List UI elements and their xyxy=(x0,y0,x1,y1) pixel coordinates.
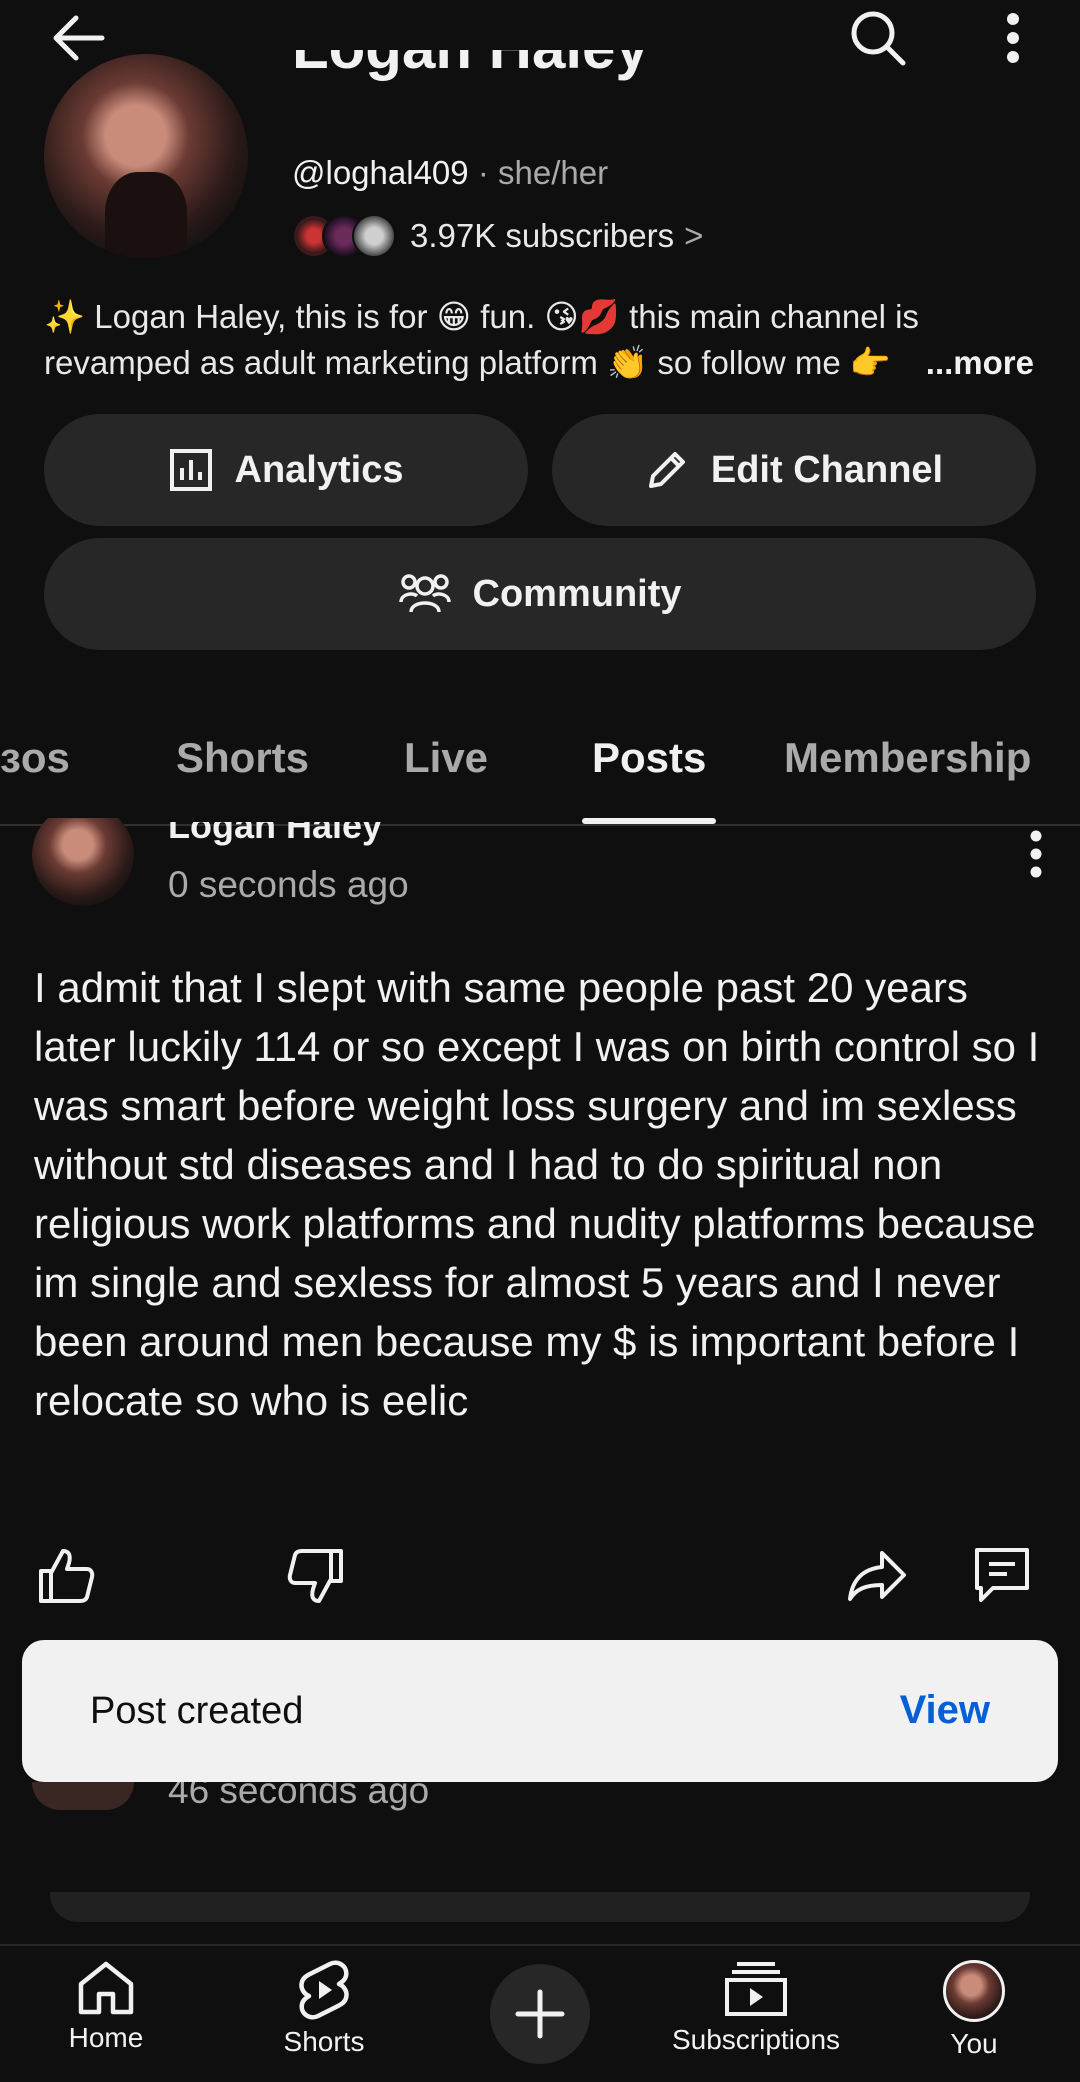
shorts-icon xyxy=(299,1960,349,2020)
tab-live[interactable]: Live xyxy=(404,734,488,782)
channel-pronouns: she/her xyxy=(497,154,609,191)
toast-message: Post created xyxy=(90,1690,304,1732)
channel-handle-row: @loghal409 · she/her xyxy=(292,154,608,192)
post-menu-button[interactable] xyxy=(1018,826,1054,882)
like-icon xyxy=(39,1549,95,1603)
tab-shorts[interactable]: Shorts xyxy=(176,734,309,782)
more-options-button[interactable] xyxy=(990,6,1036,70)
back-button[interactable] xyxy=(40,8,116,68)
channel-handle: @loghal409 xyxy=(292,154,469,191)
nav-shorts-label: Shorts xyxy=(283,2026,365,2057)
community-icon xyxy=(398,574,451,613)
channel-tabs: ɜos Shorts Live Posts Membership xyxy=(0,722,1080,826)
home-icon xyxy=(78,1961,134,2015)
handle-separator: · xyxy=(477,154,489,191)
channel-avatar[interactable] xyxy=(44,54,248,258)
share-icon xyxy=(848,1551,906,1601)
tab-membership[interactable]: Membership xyxy=(784,734,1031,782)
edit-channel-label: Edit Channel xyxy=(710,448,944,491)
channel-name: Logan Haley xyxy=(292,50,649,136)
chevron-right-icon: > xyxy=(684,217,704,254)
channel-description[interactable]: ✨ Logan Haley, this is for 😁 fun. 😘💋 thi… xyxy=(44,294,1044,386)
nav-subscriptions[interactable]: Subscriptions xyxy=(656,1960,856,2056)
analytics-icon xyxy=(169,449,212,491)
subscriber-avatars xyxy=(292,214,396,258)
tab-videos[interactable]: ɜos xyxy=(0,734,70,782)
nav-shorts[interactable]: Shorts xyxy=(224,1960,424,2058)
active-tab-indicator xyxy=(582,818,716,824)
share-button[interactable] xyxy=(844,1544,910,1608)
pencil-icon xyxy=(648,452,685,488)
subscribers-row[interactable]: 3.97K subscribers > xyxy=(292,212,703,260)
more-vert-icon xyxy=(1007,13,1019,63)
nav-you-label: You xyxy=(950,2028,998,2059)
description-text: ✨ Logan Haley, this is for 😁 fun. 😘💋 thi… xyxy=(44,298,919,381)
nav-home[interactable]: Home xyxy=(6,1960,206,2054)
post-author-name: Logan Haley xyxy=(168,822,383,846)
more-link[interactable]: ...more xyxy=(919,340,1034,386)
subscriber-avatar xyxy=(352,214,396,258)
toast-view-button[interactable]: View xyxy=(900,1688,990,1733)
community-button[interactable]: Community xyxy=(44,538,1036,650)
second-post-avatar[interactable] xyxy=(32,1782,134,1810)
subscriptions-icon xyxy=(725,1962,787,2016)
analytics-label: Analytics xyxy=(234,448,404,491)
analytics-button[interactable]: Analytics xyxy=(44,414,528,526)
nav-you[interactable]: You xyxy=(874,1960,1074,2060)
like-button[interactable] xyxy=(34,1542,98,1608)
more-vert-icon xyxy=(1030,830,1042,878)
edit-channel-button[interactable]: Edit Channel xyxy=(552,414,1036,526)
next-post-card xyxy=(50,1892,1030,1922)
dislike-button[interactable] xyxy=(284,1544,348,1610)
nav-home-label: Home xyxy=(68,2022,144,2053)
post-timestamp: 0 seconds ago xyxy=(168,864,409,905)
search-icon xyxy=(851,11,906,66)
comment-button[interactable] xyxy=(970,1542,1034,1608)
post-created-toast: Post created View xyxy=(22,1640,1058,1782)
bottom-navigation: Home Shorts Subscriptions You xyxy=(0,1944,1080,2082)
comment-icon xyxy=(975,1548,1029,1602)
search-button[interactable] xyxy=(842,6,914,70)
dislike-icon xyxy=(287,1549,343,1603)
you-avatar xyxy=(943,1960,1005,2022)
create-icon xyxy=(515,1989,565,2039)
create-button[interactable] xyxy=(490,1964,590,2064)
back-arrow-icon xyxy=(53,15,105,61)
post-author-avatar[interactable] xyxy=(32,818,134,906)
community-label: Community xyxy=(472,572,682,615)
tab-posts[interactable]: Posts xyxy=(592,734,706,782)
subscriber-count: 3.97K subscribers xyxy=(410,217,675,254)
post-body: I admit that I slept with same people pa… xyxy=(34,964,1040,1424)
nav-subscriptions-label: Subscriptions xyxy=(671,2024,841,2055)
